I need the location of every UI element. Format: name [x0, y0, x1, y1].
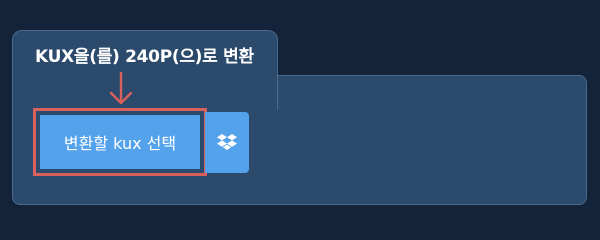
- select-kux-file-button[interactable]: 변환할 kux 선택: [33, 108, 207, 176]
- dropbox-button[interactable]: [205, 112, 249, 173]
- select-kux-file-label: 변환할 kux 선택: [40, 115, 200, 169]
- dropbox-icon: [217, 133, 237, 150]
- tab-title: KUX을(를) 240P(으)로 변환: [35, 47, 254, 67]
- tab-panel-joint: [13, 70, 277, 80]
- arrow-down-icon: [109, 72, 133, 105]
